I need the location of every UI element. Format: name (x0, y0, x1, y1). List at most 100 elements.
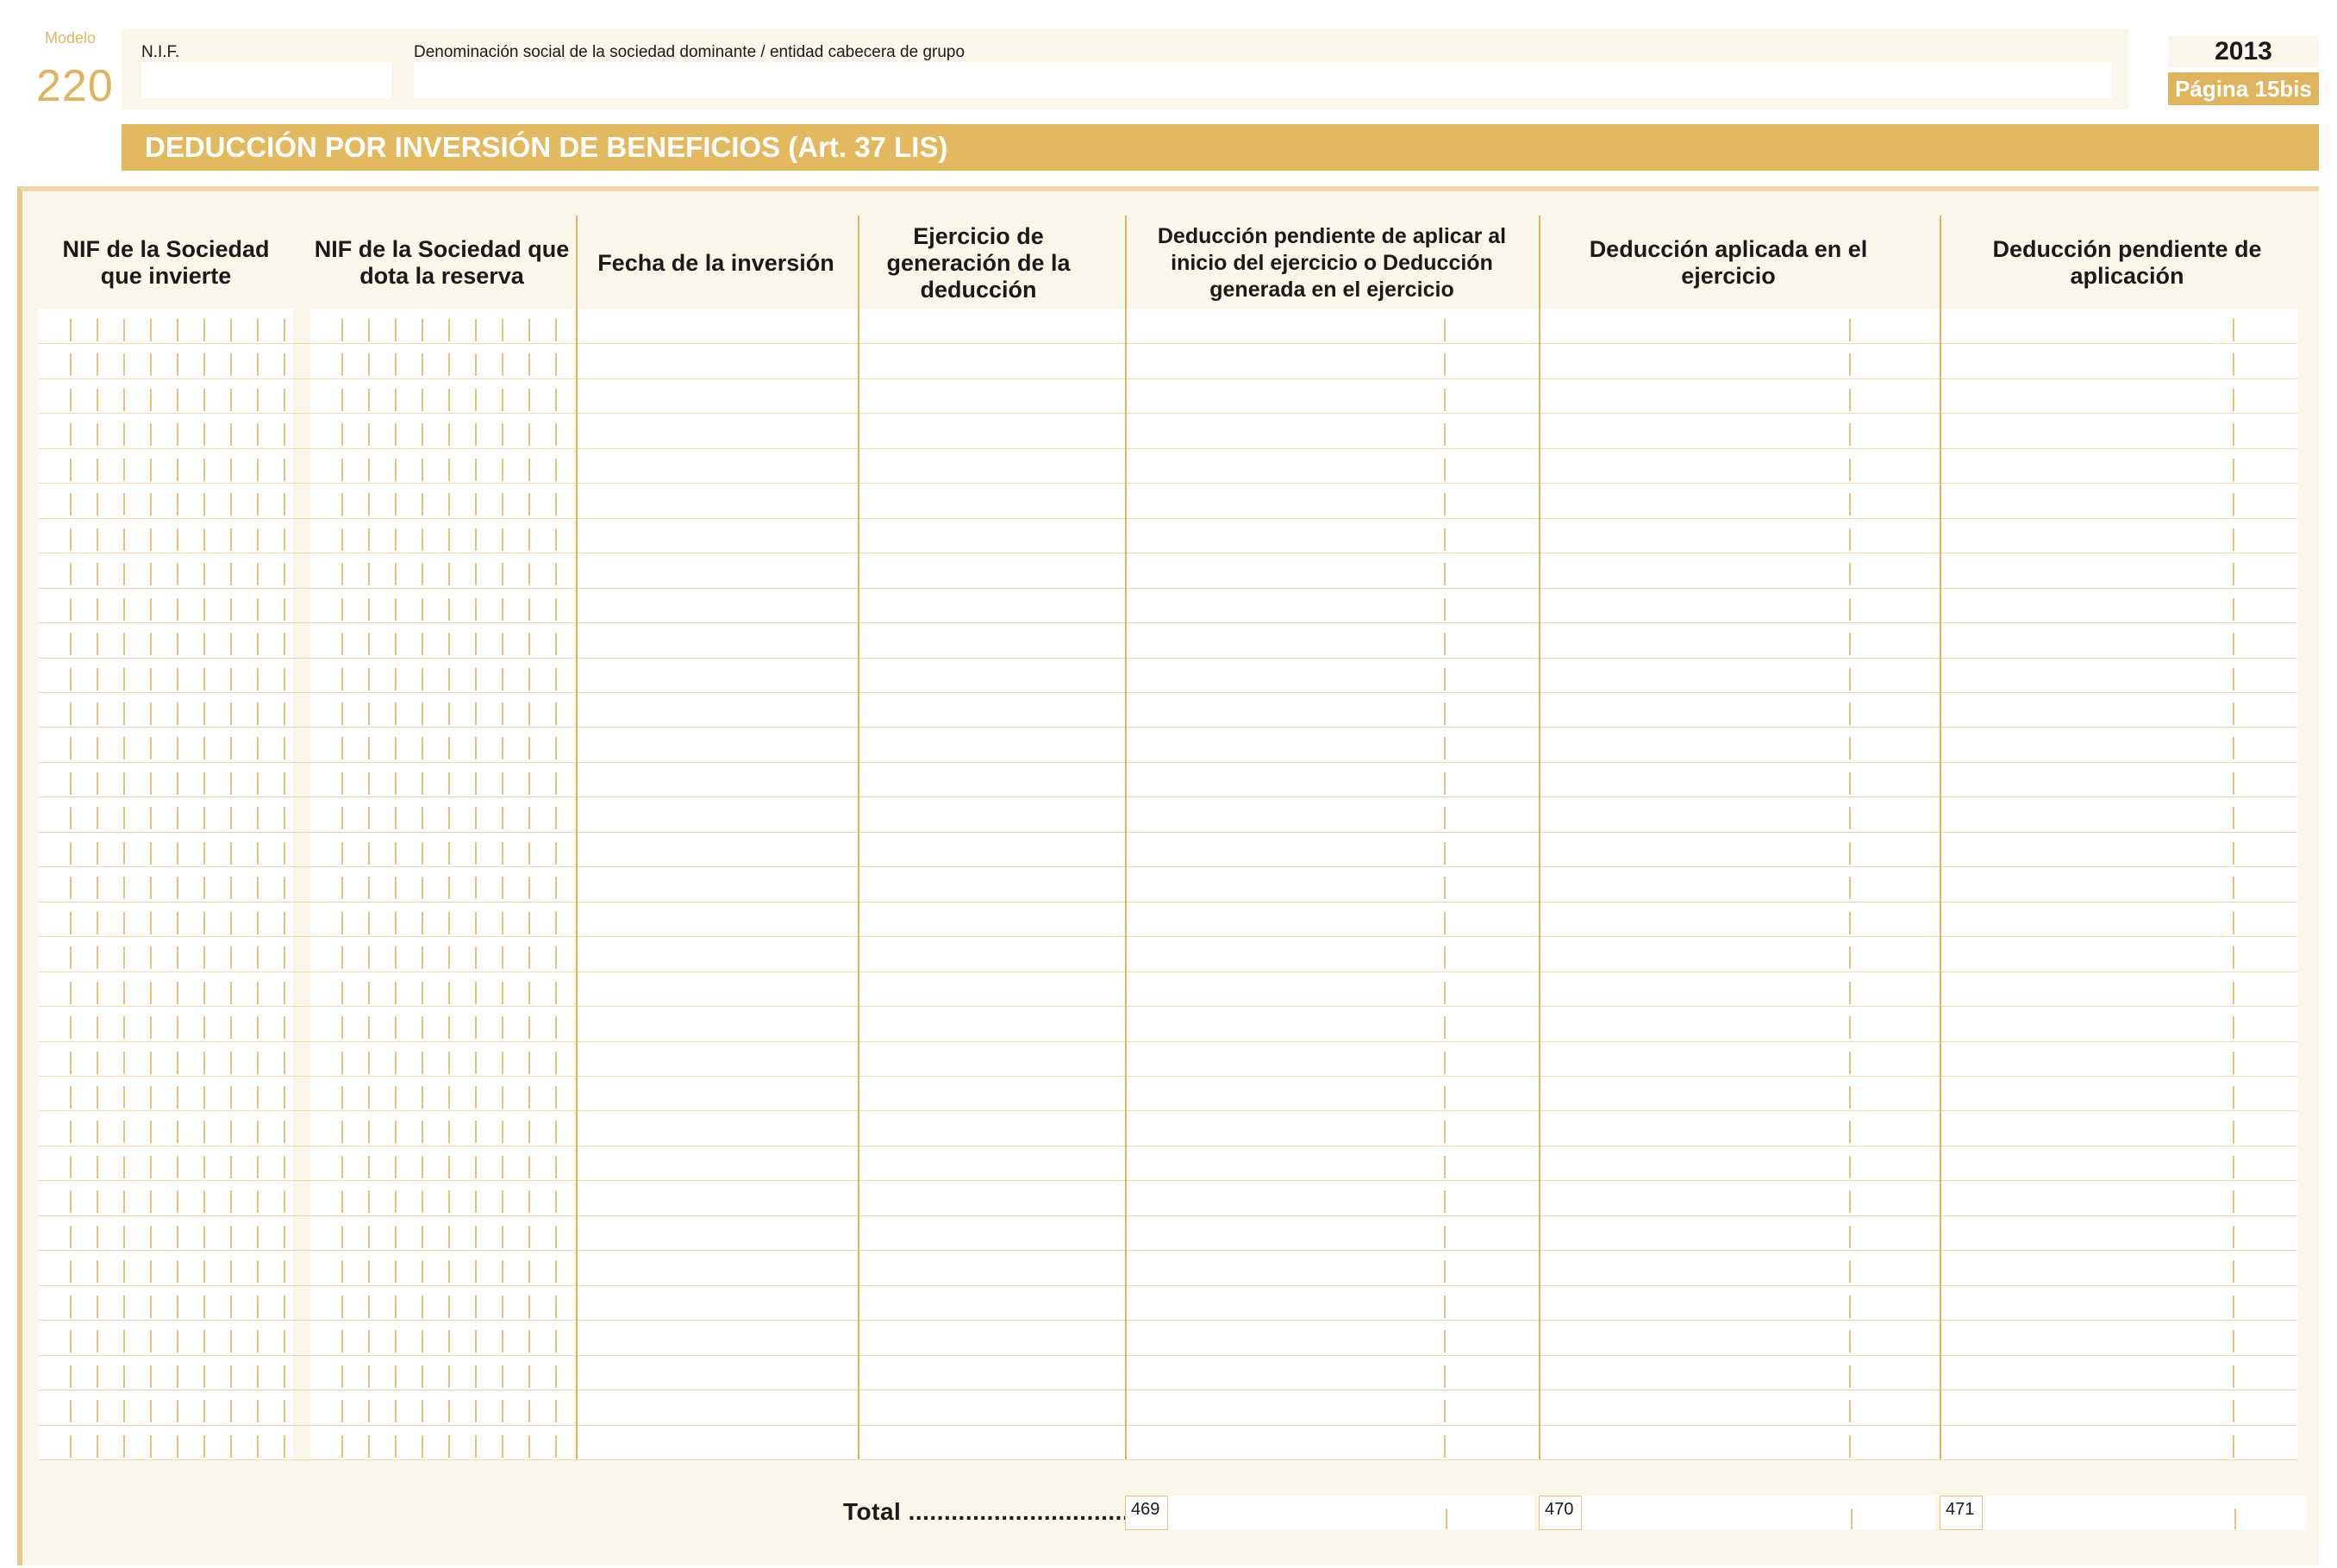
nif-field[interactable] (141, 62, 391, 98)
nif-char-tick (123, 842, 125, 865)
nif-char-tick (70, 423, 72, 446)
nif-char-tick (422, 528, 423, 551)
table-row[interactable] (39, 588, 2297, 622)
table-row[interactable] (39, 1041, 2297, 1076)
nif-char-tick (177, 563, 178, 585)
table-row[interactable] (39, 1250, 2297, 1284)
nif-char-tick (257, 737, 259, 759)
table-row[interactable] (39, 1320, 2297, 1354)
nif-char-tick (368, 1190, 370, 1213)
nif-char-tick (528, 1052, 530, 1074)
nif-char-tick (502, 1330, 503, 1352)
table-row[interactable] (39, 796, 2297, 831)
nif-char-tick (502, 1190, 503, 1213)
table-row[interactable] (39, 902, 2297, 936)
table-row[interactable] (39, 1146, 2297, 1180)
decimal-separator-tick (1849, 877, 1851, 899)
nif-char-tick (230, 1121, 232, 1143)
table-row[interactable] (39, 1425, 2297, 1459)
header-ejercicio-generacion: Ejercicio de generación de la deducción (886, 222, 1071, 303)
nif-char-tick (150, 1296, 152, 1318)
nif-char-tick (230, 633, 232, 655)
nif-char-tick (448, 493, 450, 515)
nif-char-tick (284, 1121, 285, 1143)
table-row[interactable] (39, 553, 2297, 587)
nif-char-tick (257, 423, 259, 446)
nif-char-tick (70, 528, 72, 551)
nif-char-tick (341, 423, 343, 446)
nif-char-tick (203, 633, 205, 655)
table-row[interactable] (39, 413, 2297, 447)
nif-char-tick (502, 1086, 503, 1109)
row-divider (39, 1110, 2297, 1111)
decimal-separator-tick (1444, 1226, 1446, 1248)
table-row[interactable] (39, 658, 2297, 692)
table-row[interactable] (39, 832, 2297, 866)
table-row[interactable] (39, 378, 2297, 413)
table-row[interactable] (39, 309, 2297, 343)
table-row[interactable] (39, 483, 2297, 517)
total-field-469[interactable] (1125, 1496, 1534, 1530)
nif-char-tick (448, 1052, 450, 1074)
decimal-separator-tick (2233, 668, 2234, 690)
nif-char-tick (97, 423, 98, 446)
nif-char-tick (368, 493, 370, 515)
nif-char-tick (284, 423, 285, 446)
nif-char-tick (448, 877, 450, 899)
nif-char-tick (368, 703, 370, 725)
table-row[interactable] (39, 1110, 2297, 1145)
decimal-separator-tick (1849, 1016, 1851, 1039)
decimal-separator-tick (1849, 1226, 1851, 1248)
nif-char-tick (555, 353, 557, 376)
nif-char-tick (395, 1400, 397, 1422)
nif-char-tick (70, 1016, 72, 1039)
table-row[interactable] (39, 727, 2297, 761)
nif-char-tick (70, 912, 72, 934)
total-field-470[interactable] (1539, 1496, 1935, 1530)
total-field-471[interactable] (1940, 1496, 2306, 1530)
nif-char-tick (368, 1226, 370, 1248)
table-row[interactable] (39, 518, 2297, 553)
decimal-separator-tick (1849, 1052, 1851, 1074)
nif-char-tick (502, 1435, 503, 1458)
nif-char-tick (528, 807, 530, 829)
nif-char-tick (341, 946, 343, 969)
nif-char-tick (97, 493, 98, 515)
table-row[interactable] (39, 1355, 2297, 1390)
nif-char-tick (475, 319, 477, 341)
table-row[interactable] (39, 448, 2297, 483)
nif-char-tick (284, 1226, 285, 1248)
nif-char-tick (150, 633, 152, 655)
table-row[interactable] (39, 971, 2297, 1006)
nif-char-tick (203, 1400, 205, 1422)
table-row[interactable] (39, 1285, 2297, 1320)
nif-char-tick (150, 459, 152, 481)
table-row[interactable] (39, 866, 2297, 901)
nif-char-tick (528, 772, 530, 795)
nif-char-tick (97, 668, 98, 690)
decimal-separator-tick (2233, 1156, 2234, 1178)
nif-char-tick (368, 737, 370, 759)
table-row[interactable] (39, 622, 2297, 657)
nif-char-tick (341, 1016, 343, 1039)
table-row[interactable] (39, 762, 2297, 796)
table-row[interactable] (39, 343, 2297, 378)
nif-char-tick (448, 423, 450, 446)
table-row[interactable] (39, 1076, 2297, 1110)
table-row[interactable] (39, 1215, 2297, 1250)
nif-char-tick (70, 1260, 72, 1283)
nif-char-tick (341, 982, 343, 1004)
nif-char-tick (395, 353, 397, 376)
nif-char-tick (341, 493, 343, 515)
table-row[interactable] (39, 692, 2297, 727)
table-row[interactable] (39, 1180, 2297, 1215)
nif-char-tick (422, 668, 423, 690)
table-row[interactable] (39, 1006, 2297, 1040)
table-row[interactable] (39, 936, 2297, 971)
table-row[interactable] (39, 1390, 2297, 1424)
denominacion-field[interactable] (414, 62, 2112, 98)
nif-char-tick (448, 1260, 450, 1283)
nif-char-tick (70, 1156, 72, 1178)
nif-char-tick (70, 598, 72, 621)
nif-char-tick (502, 459, 503, 481)
